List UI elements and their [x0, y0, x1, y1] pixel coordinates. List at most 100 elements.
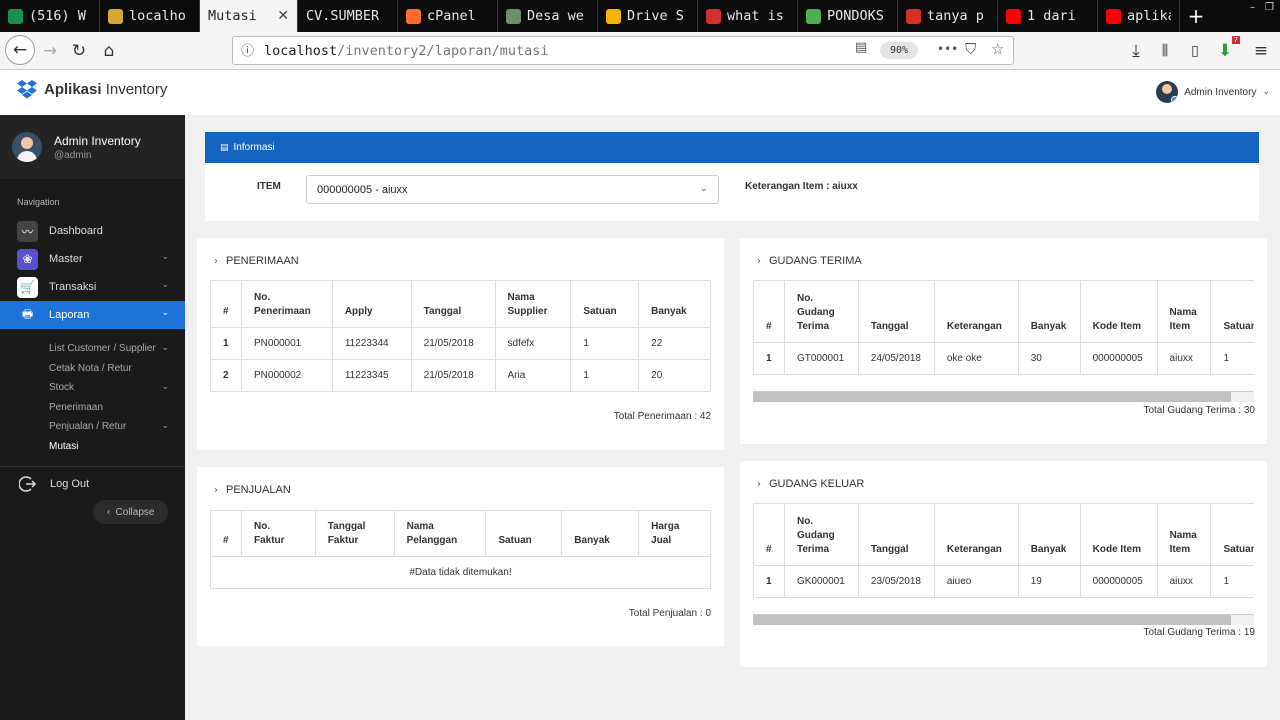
gudang-keluar-title[interactable]: › GUDANG KELUAR — [757, 478, 864, 490]
sidebar-item-master[interactable]: ❀ Master ⌄ — [0, 245, 185, 273]
browser-tab-label: what is — [727, 8, 784, 24]
menu-icon[interactable]: ≡ — [1249, 39, 1273, 63]
table-cell: 2 — [210, 359, 242, 392]
submenu-item[interactable]: List Customer / Supplier ⌄ — [49, 339, 185, 359]
column-header: Tanggal — [410, 280, 496, 328]
browser-tab[interactable]: Drive S — [598, 0, 698, 32]
browser-tab[interactable]: PONDOKS — [798, 0, 898, 32]
table-row: #Data tidak ditemukan! — [210, 556, 711, 589]
gudang-keluar-total: Total Gudang Terima : 19 — [1143, 627, 1255, 638]
penerimaan-title[interactable]: › PENERIMAAN — [214, 255, 299, 267]
notification-badge: 7 — [1231, 36, 1240, 44]
sidebar-item-laporan[interactable]: 🖶 Laporan ⌄ — [0, 301, 185, 329]
browser-tab[interactable]: localho — [100, 0, 200, 32]
restore-icon[interactable]: ❐ — [1265, 2, 1274, 13]
table-cell: 1 — [1210, 342, 1254, 375]
table-cell: 1 — [1210, 565, 1254, 598]
nav-label: Navigation — [17, 197, 60, 207]
info-icon[interactable]: ⓘ — [241, 40, 254, 59]
back-button[interactable]: ← — [5, 35, 35, 65]
url-host: localhost — [264, 43, 338, 59]
browser-tab-label: tanya p — [927, 8, 984, 24]
chevron-down-icon: ⌄ — [161, 343, 169, 353]
browser-tab[interactable]: aplikas — [1098, 0, 1180, 32]
column-header: # — [753, 280, 785, 343]
forward-button[interactable]: → — [38, 39, 62, 63]
horizontal-scrollbar[interactable] — [753, 391, 1254, 402]
gudang-keluar-card: › GUDANG KELUAR # No. Gudang Terima Tanggal… — [740, 461, 1267, 667]
submenu-item[interactable]: Cetak Nota / Retur — [49, 359, 185, 379]
submenu-item[interactable]: Penerimaan — [49, 398, 185, 418]
scrollbar-thumb[interactable] — [753, 615, 1231, 625]
reader-view-icon[interactable]: ▤ — [855, 40, 867, 55]
downloads-icon[interactable]: ⤓ — [1124, 39, 1148, 63]
gudang-keluar-table-wrap: # No. Gudang Terima Tanggal Keterangan Banya… — [753, 503, 1254, 598]
url-path: /inventory2/laporan/mutasi — [337, 43, 549, 59]
address-bar[interactable]: ⓘ localhost/inventory2/laporan/mutasi ▤ … — [232, 36, 1014, 65]
browser-tab[interactable]: what is — [698, 0, 798, 32]
close-icon[interactable]: ✕ — [277, 8, 289, 24]
page-actions-button[interactable]: ••• — [937, 42, 958, 56]
header-user-menu[interactable]: Admin Inventory ⌄ — [1156, 81, 1270, 103]
library-icon[interactable]: ⫼ — [1153, 39, 1177, 63]
submenu-item[interactable]: Mutasi — [49, 437, 185, 457]
column-header: Tanggal Faktur — [314, 510, 395, 557]
submenu-item[interactable]: Stock ⌄ — [49, 378, 185, 398]
info-title: Informasi — [233, 142, 275, 153]
pocket-icon[interactable]: ⛉ — [965, 40, 976, 58]
browser-tab[interactable]: tanya p — [898, 0, 998, 32]
youtube-icon — [1006, 8, 1021, 24]
penjualan-title[interactable]: › PENJUALAN — [214, 484, 291, 496]
home-icon[interactable]: ⌂ — [97, 39, 121, 63]
horizontal-scrollbar[interactable] — [753, 614, 1254, 625]
new-tab-button[interactable]: + — [1180, 0, 1212, 32]
cpanel-icon — [406, 8, 421, 24]
chevron-down-icon: ⌄ — [161, 421, 169, 431]
reload-button[interactable]: ↻ — [67, 39, 91, 63]
sidebar-item-label: Dashboard — [49, 225, 103, 237]
browser-tab[interactable]: CV.SUMBER — [298, 0, 398, 32]
browser-tab-bar: (516) W localho Mutasi ✕ CV.SUMBER cPanel Desa… — [0, 0, 1280, 32]
table-cell: Aria — [494, 359, 572, 392]
column-header: Banyak — [561, 510, 640, 557]
browser-tab[interactable]: (516) W — [0, 0, 100, 32]
collapse-button[interactable]: ‹ Collapse — [93, 500, 168, 524]
empty-message: #Data tidak ditemukan! — [210, 556, 711, 589]
browser-tab[interactable]: cPanel — [398, 0, 498, 32]
minimize-icon[interactable]: – — [1250, 2, 1255, 13]
sidebar-item-transaksi[interactable]: 🛒 Transaksi ⌄ — [0, 273, 185, 301]
browser-tab[interactable]: 1 dari — [998, 0, 1098, 32]
sidebar-item-label: Master — [49, 253, 83, 265]
table-cell: PN000001 — [240, 327, 333, 360]
table-header-row: # No. Gudang Terima Tanggal Keterangan Banya… — [753, 503, 1254, 566]
sidebar-toggle-icon[interactable]: ▯ — [1183, 39, 1207, 63]
chevron-left-icon: ‹ — [106, 506, 111, 518]
extension-download-icon[interactable]: ⬇ 7 — [1213, 36, 1240, 63]
logout-button[interactable]: Log Out — [0, 467, 185, 501]
column-header: Keterangan — [933, 280, 1019, 343]
column-header: No. Gudang Terima — [783, 503, 859, 566]
window-controls: – ❐ — [1250, 2, 1274, 13]
browser-tab[interactable]: Desa we — [498, 0, 598, 32]
sidebar-item-dashboard[interactable]: 〰 Dashboard — [0, 217, 185, 245]
table-row: 1 PN000001 11223344 21/05/2018 sdfefx 1 22 — [210, 327, 711, 360]
zoom-level[interactable]: 90% — [880, 42, 918, 59]
table-cell: aiuxx — [1156, 342, 1212, 375]
browser-tab[interactable]: Mutasi ✕ — [200, 0, 298, 32]
browser-tab-label: aplikas — [1127, 8, 1171, 24]
scrollbar-thumb[interactable] — [753, 392, 1231, 402]
column-header: Satuan — [570, 280, 640, 328]
drive-icon — [606, 8, 621, 24]
table-cell: GT000001 — [783, 342, 859, 375]
gudang-terima-title[interactable]: › GUDANG TERIMA — [757, 255, 862, 267]
app-logo[interactable]: Aplikasi Inventory — [16, 79, 167, 99]
submenu-item[interactable]: Penjualan / Retur ⌄ — [49, 417, 185, 437]
item-select[interactable]: 000000005 - aiuxx ⌄ — [306, 175, 719, 204]
column-header: Kode Item — [1079, 503, 1158, 566]
online-indicator — [1171, 96, 1179, 103]
bookmark-star-icon[interactable]: ☆ — [991, 40, 1004, 58]
column-header: Tanggal — [857, 280, 935, 343]
dropbox-icon — [17, 80, 37, 99]
column-header: # — [210, 510, 242, 557]
url-text: localhost/inventory2/laporan/mutasi — [264, 43, 548, 59]
